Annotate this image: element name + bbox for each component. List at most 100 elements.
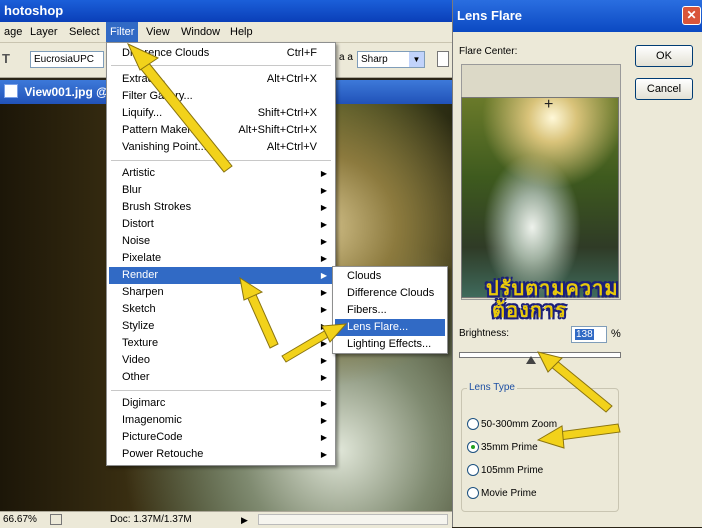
submenu-arrow-icon: ▶ <box>320 186 327 195</box>
menu-item-filter-gallery[interactable]: Filter Gallery... <box>109 88 333 105</box>
menu-item-vanishing-point[interactable]: Vanishing Point... Alt+Ctrl+V <box>109 139 333 156</box>
menu-item-shortcut: Alt+Shift+Ctrl+X <box>238 124 317 136</box>
radio-circle-icon <box>467 464 479 477</box>
menu-item-last-filter[interactable]: Difference Clouds Ctrl+F <box>109 45 333 62</box>
align-left-icon[interactable] <box>437 51 449 67</box>
brightness-label: Brightness: <box>459 328 510 339</box>
menu-select[interactable]: Select <box>65 22 104 42</box>
menu-item-label: Artistic <box>122 167 155 179</box>
crosshair-icon[interactable]: + <box>544 96 553 114</box>
radio-circle-icon <box>467 441 479 454</box>
submenu-arrow-icon: ▶ <box>320 254 327 263</box>
menu-item-texture[interactable]: Texture ▶ <box>109 335 333 352</box>
annotation-line-1: ปรับตามความ <box>486 278 619 300</box>
annotation-line-2: ต้องการ <box>492 300 567 322</box>
menu-item-other[interactable]: Other ▶ <box>109 369 333 386</box>
menu-item-label: Sketch <box>122 303 156 315</box>
menu-layer[interactable]: Layer <box>26 22 62 42</box>
submenu-arrow-icon: ▶ <box>320 373 327 382</box>
chevron-down-icon[interactable]: ▼ <box>409 52 424 67</box>
menu-item-video[interactable]: Video ▶ <box>109 352 333 369</box>
menu-item-label: Noise <box>122 235 151 247</box>
menu-item-sharpen[interactable]: Sharpen ▶ <box>109 284 333 301</box>
cancel-button[interactable]: Cancel <box>635 78 693 100</box>
menu-item-shortcut: Ctrl+F <box>286 47 317 59</box>
menu-item-label: Pixelate <box>122 252 162 264</box>
brightness-value: 138 <box>575 329 594 340</box>
menu-item-digimarc[interactable]: Digimarc ▶ <box>109 395 333 412</box>
dialog-title: Lens Flare <box>457 8 523 23</box>
menu-item-imagenomic[interactable]: Imagenomic ▶ <box>109 412 333 429</box>
flare-preview-image[interactable]: + <box>461 96 619 298</box>
menu-image[interactable]: age <box>0 22 26 42</box>
submenu-item-difference-clouds[interactable]: Difference Clouds <box>335 285 445 302</box>
horizontal-scrollbar[interactable] <box>258 514 448 525</box>
menu-item-label: Stylize <box>122 320 155 332</box>
menu-item-label: Filter Gallery... <box>122 90 193 102</box>
radio-circle-icon <box>467 418 479 431</box>
menu-item-stylize[interactable]: Stylize ▶ <box>109 318 333 335</box>
antialias-label: a a <box>339 52 353 63</box>
menu-item-noise[interactable]: Noise ▶ <box>109 233 333 250</box>
menu-item-distort[interactable]: Distort ▶ <box>109 216 333 233</box>
submenu-arrow-icon: ▶ <box>320 169 327 178</box>
menu-divider <box>111 160 331 161</box>
submenu-arrow-icon: ▶ <box>320 433 327 442</box>
brightness-input[interactable]: 138 <box>571 326 607 343</box>
radio-105mm-prime[interactable]: 105mm Prime <box>467 463 607 479</box>
menu-item-render[interactable]: Render ▶ <box>109 267 333 284</box>
menu-item-label: Imagenomic <box>122 414 182 426</box>
menu-item-label: Brush Strokes <box>122 201 192 213</box>
menu-item-label: Blur <box>122 184 142 196</box>
radio-35mm-prime[interactable]: 35mm Prime <box>467 440 607 456</box>
status-menu-arrow-icon[interactable]: ▶ <box>241 512 248 528</box>
text-tool-icon[interactable]: T <box>2 51 10 66</box>
submenu-arrow-icon: ▶ <box>320 288 327 297</box>
menu-bar: age Layer Select Filter View Window Help <box>0 22 452 43</box>
menu-item-brush-strokes[interactable]: Brush Strokes ▶ <box>109 199 333 216</box>
status-info-icon[interactable] <box>50 514 62 525</box>
filter-menu: Difference Clouds Ctrl+F Extract... Alt+… <box>106 42 336 466</box>
menu-item-label: Vanishing Point... <box>122 141 207 153</box>
menu-window[interactable]: Window <box>177 22 224 42</box>
submenu-arrow-icon: ▶ <box>320 450 327 459</box>
antialias-select[interactable]: Sharp ▼ <box>357 51 425 68</box>
lens-type-label: Lens Type <box>467 382 517 393</box>
radio-50-300mm-zoom[interactable]: 50-300mm Zoom <box>467 417 607 433</box>
menu-item-label: Power Retouche <box>122 448 204 460</box>
submenu-item-lighting-effects[interactable]: Lighting Effects... <box>335 336 445 353</box>
menu-item-label: Other <box>122 371 150 383</box>
menu-item-shortcut: Alt+Ctrl+X <box>266 73 317 85</box>
antialias-value: Sharp <box>361 54 388 65</box>
brightness-slider-thumb[interactable] <box>525 356 536 364</box>
menu-item-artistic[interactable]: Artistic ▶ <box>109 165 333 182</box>
flare-center-label: Flare Center: <box>459 46 518 57</box>
menu-help[interactable]: Help <box>226 22 257 42</box>
menu-divider <box>111 390 331 391</box>
menu-view[interactable]: View <box>142 22 174 42</box>
zoom-level[interactable]: 66.67% <box>3 512 37 528</box>
menu-item-extract[interactable]: Extract... Alt+Ctrl+X <box>109 71 333 88</box>
radio-label: 50-300mm Zoom <box>481 419 558 430</box>
menu-item-label: Render <box>122 269 159 281</box>
submenu-item-lens-flare[interactable]: Lens Flare... <box>335 319 445 336</box>
submenu-item-fibers[interactable]: Fibers... <box>335 302 445 319</box>
font-family-field[interactable]: EucrosiaUPC <box>30 51 104 68</box>
menu-filter[interactable]: Filter <box>106 22 139 42</box>
radio-label: Movie Prime <box>481 488 537 499</box>
submenu-arrow-icon: ▶ <box>320 203 327 212</box>
close-icon[interactable]: ✕ <box>682 6 701 25</box>
menu-item-sketch[interactable]: Sketch ▶ <box>109 301 333 318</box>
menu-item-liquify[interactable]: Liquify... Shift+Ctrl+X <box>109 105 333 122</box>
menu-item-blur[interactable]: Blur ▶ <box>109 182 333 199</box>
brightness-slider-track[interactable] <box>459 352 621 358</box>
menu-item-label: Difference Clouds <box>122 47 210 59</box>
menu-item-power-retouche[interactable]: Power Retouche ▶ <box>109 446 333 463</box>
dialog-title-bar: Lens Flare ✕ <box>453 0 702 32</box>
menu-item-picturecode[interactable]: PictureCode ▶ <box>109 429 333 446</box>
submenu-item-clouds[interactable]: Clouds <box>335 268 445 285</box>
menu-item-pixelate[interactable]: Pixelate ▶ <box>109 250 333 267</box>
menu-item-pattern-maker[interactable]: Pattern Maker... Alt+Shift+Ctrl+X <box>109 122 333 139</box>
radio-movie-prime[interactable]: Movie Prime <box>467 486 607 502</box>
ok-button[interactable]: OK <box>635 45 693 67</box>
